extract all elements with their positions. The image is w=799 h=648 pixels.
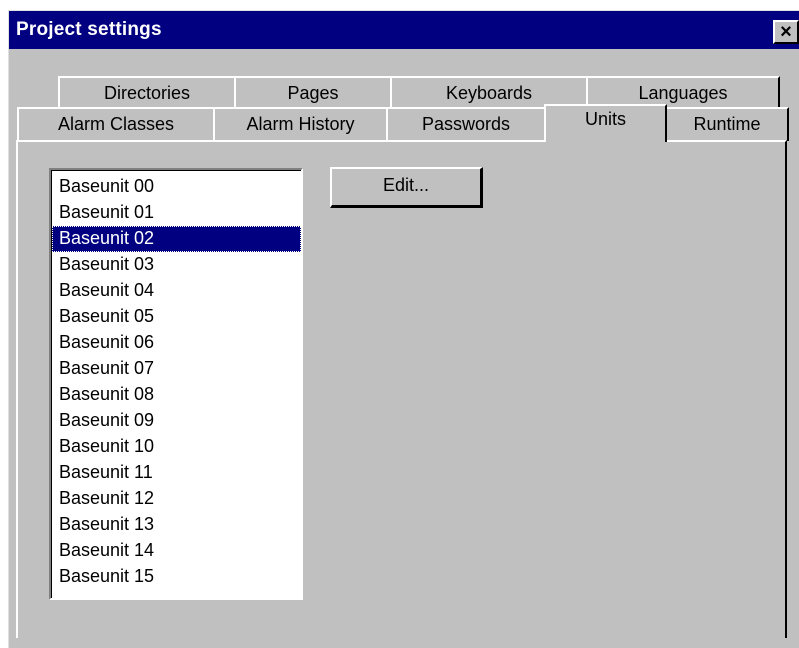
tab-units-label: Units bbox=[584, 109, 626, 129]
list-item[interactable]: Baseunit 11 bbox=[52, 460, 301, 486]
list-item[interactable]: Baseunit 00 bbox=[52, 174, 301, 200]
list-item[interactable]: Baseunit 12 bbox=[52, 486, 301, 512]
list-item[interactable]: Baseunit 10 bbox=[52, 434, 301, 460]
tab-passwords-label: Passwords bbox=[421, 114, 511, 134]
list-item[interactable]: Baseunit 09 bbox=[52, 408, 301, 434]
window-title: Project settings bbox=[16, 19, 162, 40]
tab-alarm-history-label: Alarm History bbox=[246, 114, 355, 134]
list-item[interactable]: Baseunit 15 bbox=[52, 564, 301, 590]
tab-directories-label: Directories bbox=[103, 83, 191, 103]
tab-runtime-label: Runtime bbox=[693, 114, 761, 134]
tab-alarm-classes[interactable]: Alarm Classes bbox=[17, 107, 215, 141]
title-bar[interactable]: Project settings × bbox=[9, 11, 799, 49]
tab-passwords[interactable]: Passwords bbox=[386, 107, 546, 141]
list-item[interactable]: Baseunit 03 bbox=[52, 252, 301, 278]
tab-directories[interactable]: Directories bbox=[58, 76, 236, 110]
list-item[interactable]: Baseunit 04 bbox=[52, 278, 301, 304]
tab-keyboards-label: Keyboards bbox=[445, 83, 533, 103]
tab-alarm-classes-label: Alarm Classes bbox=[57, 114, 175, 134]
list-item[interactable]: Baseunit 05 bbox=[52, 304, 301, 330]
close-button[interactable]: × bbox=[773, 20, 799, 44]
list-item[interactable]: Baseunit 14 bbox=[52, 538, 301, 564]
edit-button[interactable]: Edit... bbox=[330, 167, 483, 208]
tab-pages[interactable]: Pages bbox=[234, 76, 392, 110]
units-listbox[interactable]: Baseunit 00 Baseunit 01 Baseunit 02 Base… bbox=[49, 168, 303, 600]
tab-runtime[interactable]: Runtime bbox=[665, 107, 789, 141]
list-item[interactable]: Baseunit 07 bbox=[52, 356, 301, 382]
units-list: Baseunit 00 Baseunit 01 Baseunit 02 Base… bbox=[51, 170, 301, 598]
list-item[interactable]: Baseunit 06 bbox=[52, 330, 301, 356]
tab-units[interactable]: Units bbox=[544, 104, 667, 142]
list-item[interactable]: Baseunit 01 bbox=[52, 200, 301, 226]
list-item[interactable]: Baseunit 08 bbox=[52, 382, 301, 408]
list-item[interactable]: Baseunit 13 bbox=[52, 512, 301, 538]
tab-alarm-history[interactable]: Alarm History bbox=[213, 107, 388, 141]
tab-pages-label: Pages bbox=[287, 83, 339, 103]
close-icon: × bbox=[780, 21, 792, 43]
list-item-selected[interactable]: Baseunit 02 bbox=[52, 226, 301, 252]
tab-languages-label: Languages bbox=[638, 83, 728, 103]
